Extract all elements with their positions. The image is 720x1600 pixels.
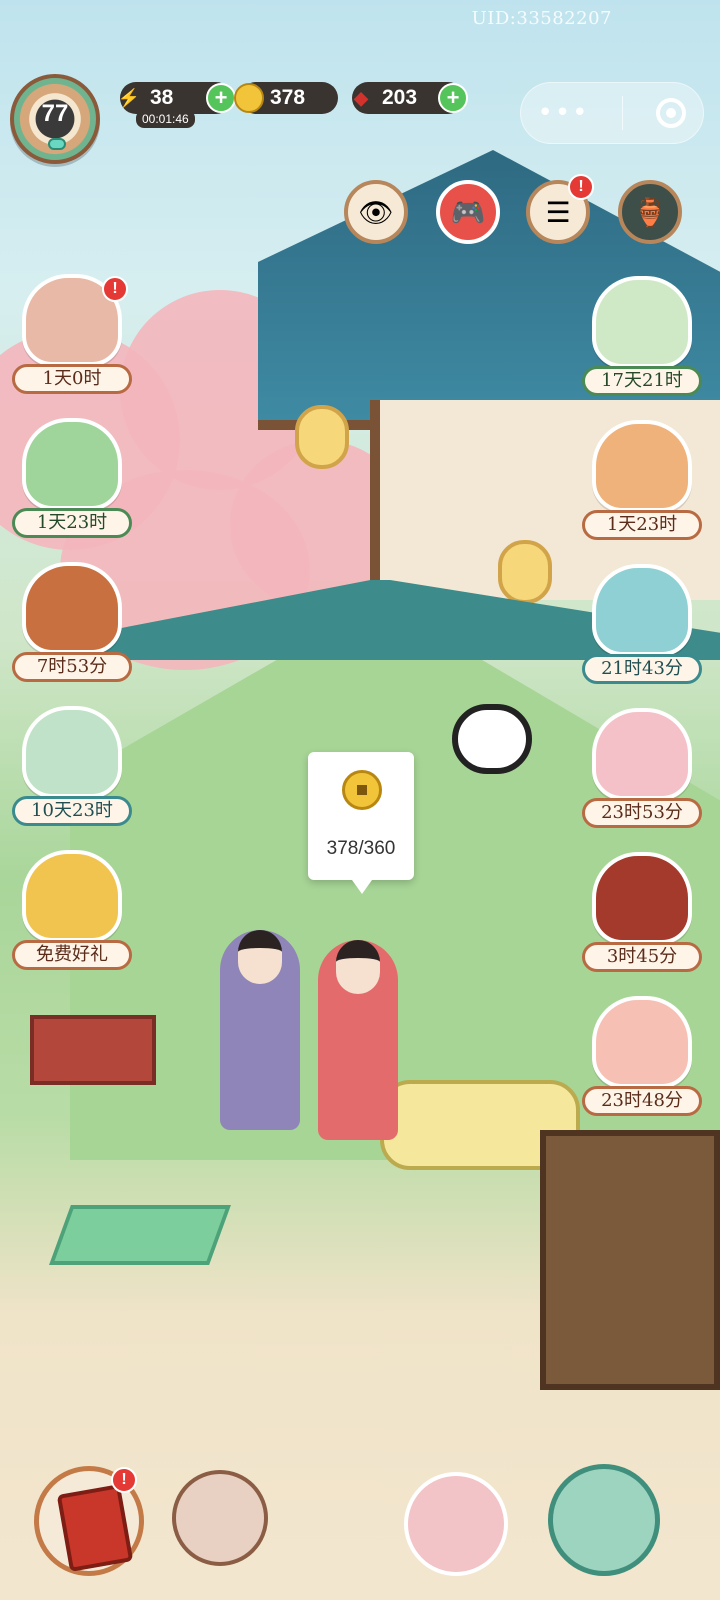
notification-badge: ! <box>102 276 128 302</box>
game-button[interactable]: 🎮 <box>436 180 500 244</box>
event-art <box>592 996 692 1088</box>
coin-collect-bubble[interactable]: 378/360 <box>308 752 414 894</box>
event-timer-label: 17天21时 <box>582 366 702 396</box>
add-energy-button[interactable]: + <box>206 83 236 113</box>
event-timer-label: 21时43分 <box>582 654 702 684</box>
storybook-button[interactable]: ! <box>34 1466 144 1576</box>
shop-button[interactable] <box>404 1472 508 1576</box>
tea-table[interactable] <box>30 1015 156 1085</box>
jade-icon <box>48 138 66 150</box>
event-right-2[interactable]: 1天23时 <box>582 420 702 540</box>
game-controller-icon: 🎮 <box>450 195 486 229</box>
more-menu-icon[interactable]: ••• <box>537 98 589 128</box>
coin-counter: 378 <box>234 82 338 114</box>
teapot-button[interactable] <box>548 1464 660 1576</box>
character-head <box>238 930 282 984</box>
lantern <box>498 540 552 604</box>
event-right-4[interactable]: 23时53分 <box>582 708 702 828</box>
eye-view-button[interactable]: 👁 <box>344 180 408 244</box>
event-art <box>22 418 122 510</box>
event-timer-label: 3时45分 <box>582 942 702 972</box>
eye-icon: 👁 <box>358 195 394 229</box>
character-lady-purple[interactable] <box>220 930 300 1130</box>
event-art <box>592 564 692 656</box>
character-lady-red[interactable] <box>318 940 398 1140</box>
event-left-3[interactable]: 7时53分 <box>12 562 132 682</box>
event-art <box>592 852 692 944</box>
event-right-6[interactable]: 23时48分 <box>582 996 702 1116</box>
list-icon: ☰ <box>545 195 571 229</box>
event-art <box>22 562 122 654</box>
event-timer-label: 23时48分 <box>582 1086 702 1116</box>
event-timer-label: 10天23时 <box>12 796 132 826</box>
lantern <box>295 405 349 469</box>
coin-collect-count: 378/360 <box>326 838 396 859</box>
panda[interactable] <box>452 704 532 774</box>
player-level-value: 77 <box>41 100 69 127</box>
capsule-divider <box>622 96 624 130</box>
notification-badge: ! <box>111 1467 137 1493</box>
character-head <box>336 940 380 994</box>
event-timer-label: 1天0时 <box>12 364 132 394</box>
energy-value: 38 <box>150 86 174 109</box>
coin-icon <box>234 83 264 113</box>
character-portrait-button[interactable] <box>172 1470 268 1566</box>
close-miniprogram-icon[interactable] <box>656 98 687 128</box>
mini-program-capsule: ••• <box>520 82 704 144</box>
notification-badge: ! <box>568 174 594 200</box>
coin-value: 378 <box>270 86 306 109</box>
event-art <box>592 420 692 512</box>
rug <box>49 1205 231 1265</box>
event-left-4[interactable]: 10天23时 <box>12 706 132 826</box>
red-gem-icon: ◆ <box>354 87 368 108</box>
gem-value: 203 <box>382 86 418 109</box>
event-right-3[interactable]: 21时43分 <box>582 564 702 684</box>
event-art <box>592 276 692 368</box>
free-gift-event[interactable]: 免费好礼 <box>12 850 132 970</box>
event-left-2[interactable]: 1天23时 <box>12 418 132 538</box>
task-list-button[interactable]: ☰ ! <box>526 174 594 244</box>
add-gem-button[interactable]: + <box>438 83 468 113</box>
event-right-1[interactable]: 17天21时 <box>582 276 702 396</box>
golden-treasure-icon: 🏺 <box>632 195 668 229</box>
event-timer-label: 免费好礼 <box>12 940 132 970</box>
event-timer-label: 1天23时 <box>12 508 132 538</box>
event-art <box>22 706 122 798</box>
coin-icon <box>342 770 382 810</box>
event-timer-label: 7时53分 <box>12 652 132 682</box>
event-art <box>22 850 122 942</box>
lightning-icon: ⚡ <box>117 87 141 108</box>
player-level-badge[interactable]: 77 <box>10 74 100 164</box>
event-right-5[interactable]: 3时45分 <box>582 852 702 972</box>
uid-label: UID:33582207 <box>471 8 612 29</box>
event-art <box>592 708 692 800</box>
energy-timer: 00:01:46 <box>136 110 195 128</box>
treasure-button[interactable]: 🏺 <box>618 180 682 244</box>
event-timer-label: 23时53分 <box>582 798 702 828</box>
event-timer-label: 1天23时 <box>582 510 702 540</box>
event-left-1[interactable]: ! 1天0时 <box>12 274 132 394</box>
gem-counter: ◆ 203 + <box>352 82 468 114</box>
folding-screen[interactable] <box>540 1130 720 1390</box>
